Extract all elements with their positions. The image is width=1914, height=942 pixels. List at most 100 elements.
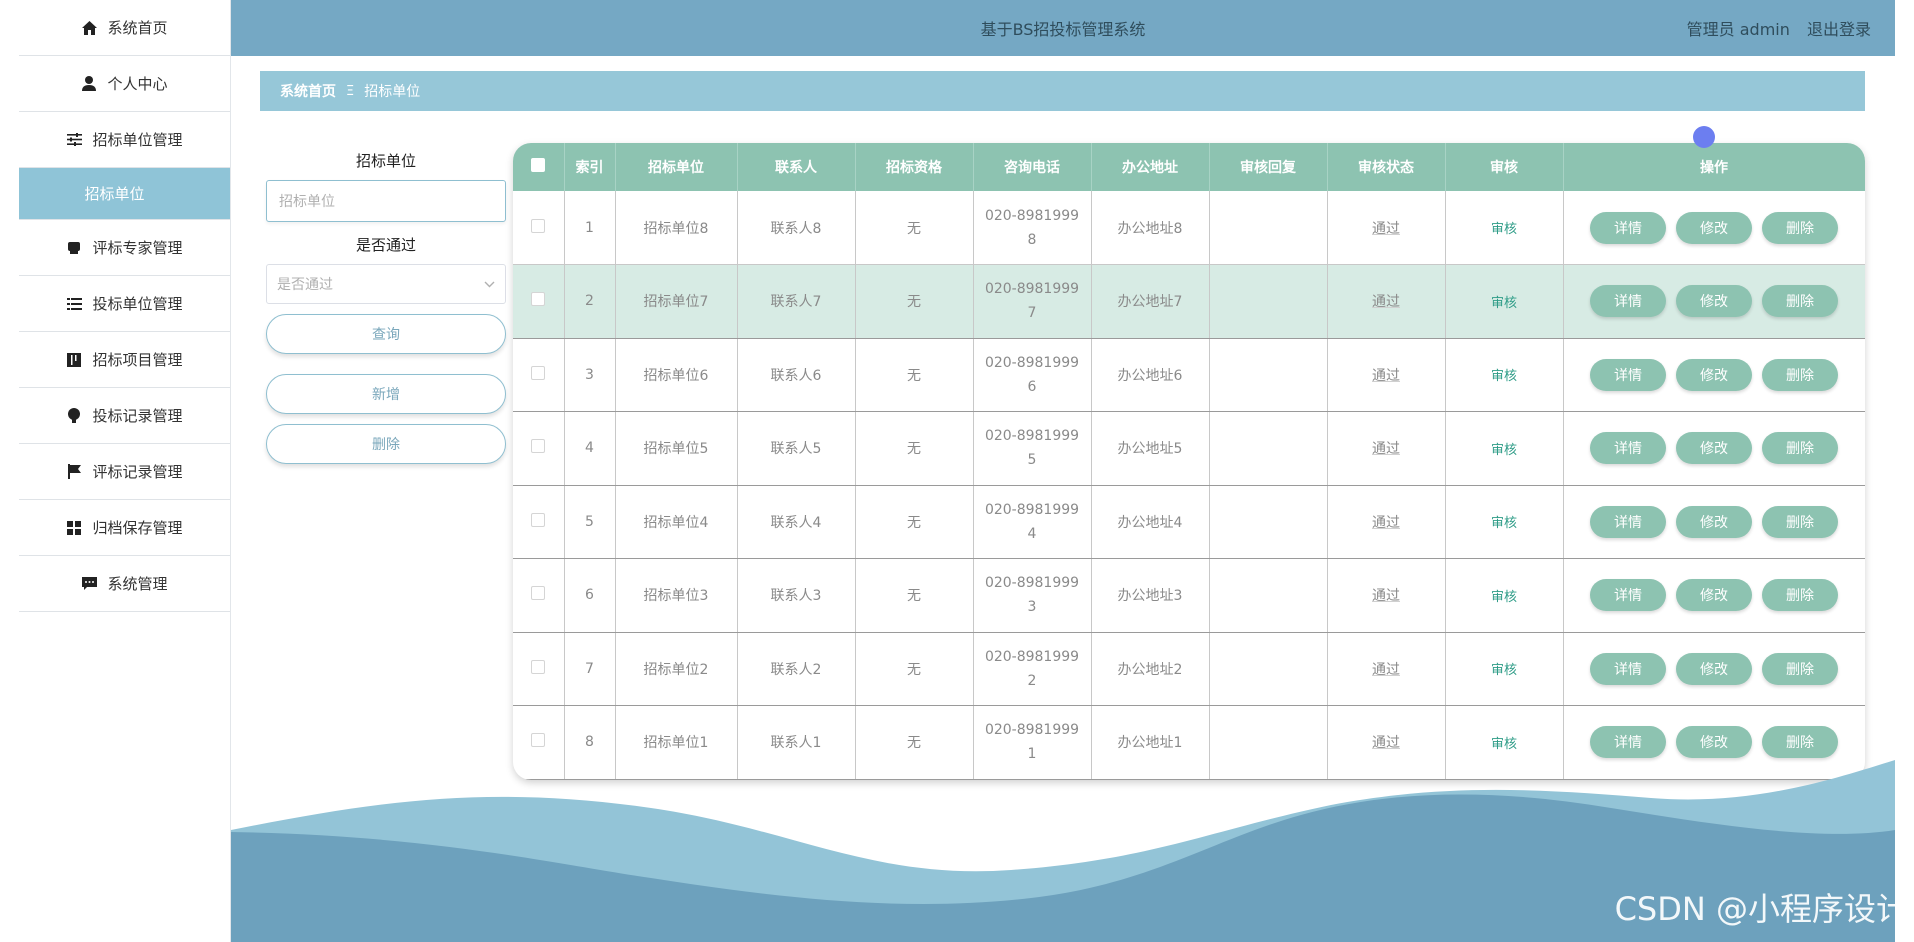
row-checkbox[interactable]	[531, 586, 546, 601]
audit-link[interactable]: 审核	[1445, 632, 1564, 706]
audit-link[interactable]: 审核	[1445, 191, 1564, 265]
row-select-cell[interactable]	[513, 411, 565, 486]
row-checkbox[interactable]	[531, 659, 546, 674]
logout-link[interactable]: 退出登录	[1807, 20, 1871, 39]
address-cell: 办公地址7	[1091, 264, 1210, 339]
sidebar-item-label: 招标项目管理	[92, 351, 183, 369]
address-cell: 办公地址3	[1091, 558, 1210, 633]
row-select-cell[interactable]	[513, 485, 565, 559]
batch-delete-button[interactable]: 删除	[266, 424, 506, 464]
contact-cell: 联系人2	[737, 632, 856, 706]
contact-cell: 联系人6	[737, 338, 856, 412]
select-all-checkbox[interactable]	[531, 158, 546, 172]
edit-button[interactable]: 修改	[1676, 285, 1752, 318]
row-checkbox[interactable]	[531, 292, 546, 307]
pass-select[interactable]: 是否通过	[266, 264, 506, 304]
table-row[interactable]: 5 招标单位4 联系人4 无 020-8981999 4 办公地址4 通过 审核 详情 修改 删除	[513, 485, 1865, 559]
status-cell: 通过	[1327, 632, 1446, 706]
sidebar-item-archive-mgmt[interactable]: 归档保存管理	[19, 500, 230, 556]
delete-button[interactable]: 删除	[1762, 505, 1838, 538]
edit-button[interactable]: 修改	[1676, 726, 1752, 759]
delete-button[interactable]: 删除	[1762, 285, 1838, 318]
audit-link[interactable]: 审核	[1445, 411, 1564, 486]
detail-button[interactable]: 详情	[1590, 579, 1666, 612]
detail-button[interactable]: 详情	[1590, 358, 1666, 391]
query-button[interactable]: 查询	[266, 314, 506, 354]
index-cell: 1	[564, 191, 616, 265]
qualification-cell: 无	[855, 191, 974, 265]
row-checkbox[interactable]	[531, 512, 546, 527]
column-header: 招标单位	[615, 143, 738, 191]
sidebar-item-profile[interactable]: 个人中心	[19, 56, 230, 112]
sidebar-item-home[interactable]: 系统首页	[19, 0, 230, 56]
row-checkbox[interactable]	[531, 218, 546, 233]
detail-button[interactable]: 详情	[1590, 285, 1666, 318]
contact-cell: 联系人3	[737, 558, 856, 633]
table-row[interactable]: 3 招标单位6 联系人6 无 020-8981999 6 办公地址6 通过 审核 详情 修改 删除	[513, 338, 1865, 412]
sidebar-item-bidder-mgmt[interactable]: 投标单位管理	[19, 276, 230, 332]
row-select-cell[interactable]	[513, 191, 565, 265]
list-icon	[66, 296, 82, 312]
breadcrumb-home[interactable]: 系统首页	[280, 81, 336, 101]
column-header: 审核回复	[1209, 143, 1328, 191]
sidebar-item-bid-record-mgmt[interactable]: 投标记录管理	[19, 388, 230, 444]
detail-button[interactable]: 详情	[1590, 726, 1666, 759]
audit-link[interactable]: 审核	[1445, 264, 1564, 339]
select-all-cell[interactable]	[513, 143, 565, 191]
edit-button[interactable]: 修改	[1676, 505, 1752, 538]
add-button[interactable]: 新增	[266, 374, 506, 414]
qualification-cell: 无	[855, 338, 974, 412]
edit-button[interactable]: 修改	[1676, 432, 1752, 465]
edit-button[interactable]: 修改	[1676, 652, 1752, 685]
edit-button[interactable]: 修改	[1676, 211, 1752, 244]
sidebar-item-system-mgmt[interactable]: 系统管理	[19, 556, 230, 612]
delete-button[interactable]: 删除	[1762, 211, 1838, 244]
table-row[interactable]: 2 招标单位7 联系人7 无 020-8981999 7 办公地址7 通过 审核 详情 修改 删除	[513, 264, 1865, 339]
edit-button[interactable]: 修改	[1676, 358, 1752, 391]
home-icon	[81, 20, 97, 36]
sidebar-item-expert-mgmt[interactable]: 评标专家管理	[19, 220, 230, 276]
sidebar-item-label: 招标单位管理	[92, 131, 183, 149]
table-row[interactable]: 7 招标单位2 联系人2 无 020-8981999 2 办公地址2 通过 审核 详情 修改 删除	[513, 632, 1865, 706]
sidebar-item-tender-unit[interactable]: 招标单位	[19, 168, 230, 220]
sidebar-item-tender-unit-mgmt[interactable]: 招标单位管理	[19, 112, 230, 168]
row-select-cell[interactable]	[513, 264, 565, 339]
phone-line: 020-8981999	[984, 281, 1080, 298]
unit-search-input[interactable]: 招标单位	[266, 180, 506, 222]
delete-button[interactable]: 删除	[1762, 579, 1838, 612]
flag-icon	[66, 464, 82, 480]
delete-button[interactable]: 删除	[1762, 358, 1838, 391]
table-row[interactable]: 6 招标单位3 联系人3 无 020-8981999 3 办公地址3 通过 审核 详情 修改 删除	[513, 558, 1865, 633]
audit-link[interactable]: 审核	[1445, 338, 1564, 412]
detail-button[interactable]: 详情	[1590, 432, 1666, 465]
edit-button[interactable]: 修改	[1676, 579, 1752, 612]
status-cell: 通过	[1327, 485, 1446, 559]
actions-cell: 详情 修改 删除	[1563, 338, 1865, 412]
row-select-cell[interactable]	[513, 558, 565, 633]
table-row[interactable]: 4 招标单位5 联系人5 无 020-8981999 5 办公地址5 通过 审核 详情 修改 删除	[513, 411, 1865, 486]
top-header: 基于BS招投标管理系统 管理员 admin 退出登录	[231, 0, 1895, 56]
row-select-cell[interactable]	[513, 338, 565, 412]
detail-button[interactable]: 详情	[1590, 211, 1666, 244]
unit-cell: 招标单位4	[615, 485, 738, 559]
row-checkbox[interactable]	[531, 733, 546, 748]
audit-link[interactable]: 审核	[1445, 485, 1564, 559]
detail-button[interactable]: 详情	[1590, 505, 1666, 538]
row-select-cell[interactable]	[513, 632, 565, 706]
delete-button[interactable]: 删除	[1762, 726, 1838, 759]
detail-button[interactable]: 详情	[1590, 652, 1666, 685]
delete-button[interactable]: 删除	[1762, 432, 1838, 465]
sidebar-item-project-mgmt[interactable]: 招标项目管理	[19, 332, 230, 388]
data-table: 索引 招标单位 联系人 招标资格 咨询电话 办公地址 审核回复 审核状态 审核 …	[513, 143, 1865, 780]
row-checkbox[interactable]	[531, 439, 546, 454]
column-header: 办公地址	[1091, 143, 1210, 191]
delete-button[interactable]: 删除	[1762, 652, 1838, 685]
audit-link[interactable]: 审核	[1445, 558, 1564, 633]
sidebar-item-evaluation-mgmt[interactable]: 评标记录管理	[19, 444, 230, 500]
table-row[interactable]: 1 招标单位8 联系人8 无 020-8981999 8 办公地址8 通过 审核 详情 修改 删除	[513, 191, 1865, 265]
address-cell: 办公地址6	[1091, 338, 1210, 412]
unit-cell: 招标单位5	[615, 411, 738, 486]
right-margin	[1895, 0, 1914, 942]
row-checkbox[interactable]	[531, 365, 546, 380]
index-cell: 5	[564, 485, 616, 559]
